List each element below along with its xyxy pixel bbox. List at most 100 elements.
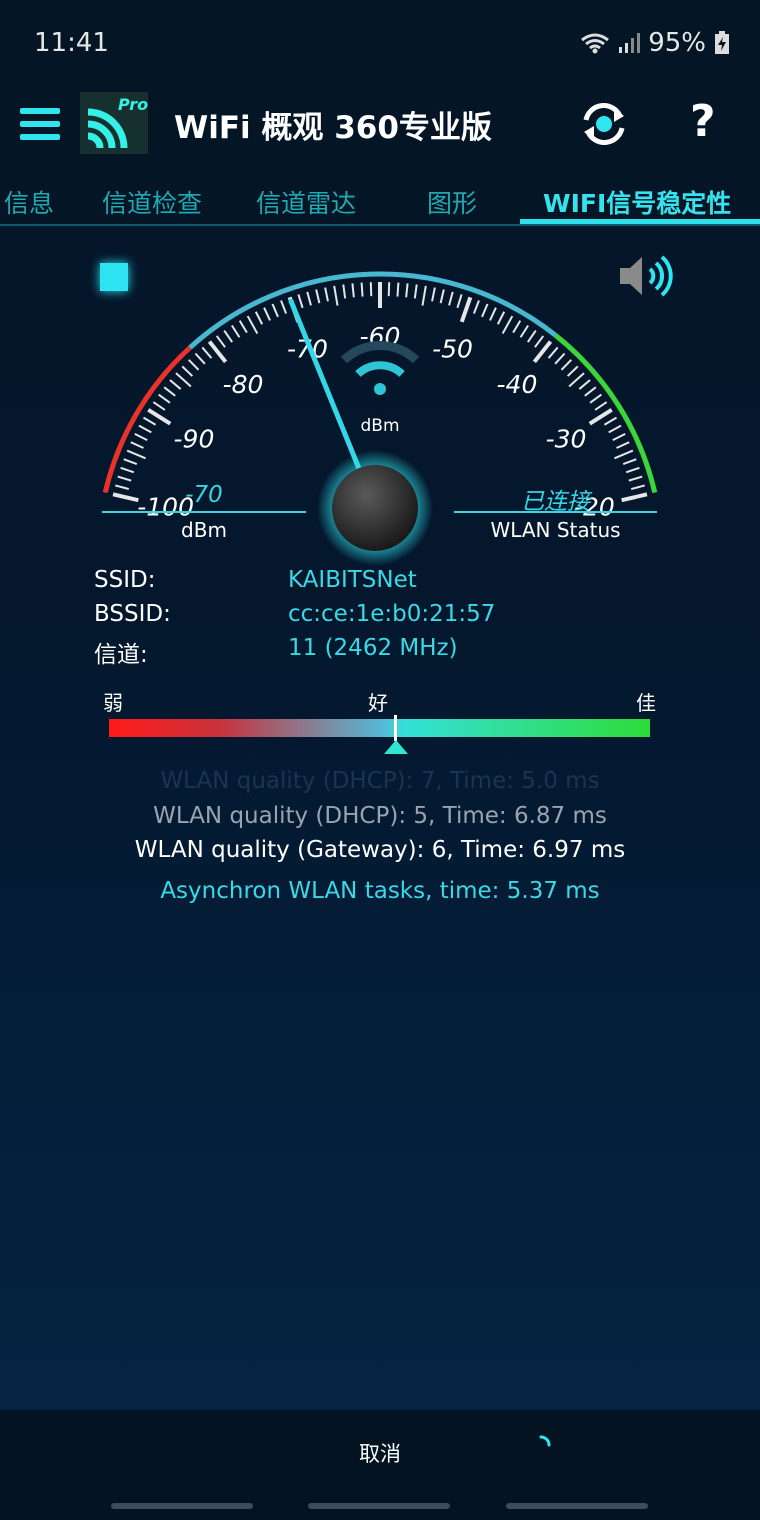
status-time: 11:41	[34, 28, 109, 58]
gauge-tick	[215, 335, 226, 348]
app-logo: Pro	[80, 92, 148, 154]
menu-icon[interactable]	[20, 108, 60, 140]
refresh-icon[interactable]	[578, 98, 630, 150]
ssid-value: KAIBITSNet	[288, 567, 417, 593]
gauge-tick	[456, 294, 463, 309]
wifi-center-icon	[340, 341, 420, 395]
signal-icon	[619, 33, 641, 53]
gauge-tick	[223, 330, 233, 343]
gauge-tick	[246, 315, 259, 335]
speaker-icon[interactable]	[616, 252, 676, 300]
wifi-status-icon	[581, 33, 610, 54]
quality-weak-label: 弱	[103, 691, 123, 715]
gauge-tick	[554, 352, 566, 365]
tab-info[interactable]: 信息	[4, 184, 54, 220]
gauge-tick-label: -80	[223, 370, 264, 399]
battery-icon	[715, 31, 729, 54]
gauge-tick	[431, 287, 436, 302]
record-indicator[interactable]	[100, 263, 128, 291]
gauge-tick	[117, 475, 132, 482]
gauge-knob	[332, 465, 418, 551]
gauge-tick	[578, 379, 591, 390]
gauge-tick	[138, 424, 152, 434]
quality-marker	[394, 715, 397, 741]
log-line-faded: WLAN quality (DHCP): 7, Time: 5.0 ms	[160, 768, 600, 794]
gauge-tick	[566, 365, 579, 377]
log-line-dhcp: WLAN quality (DHCP): 5, Time: 6.87 ms	[153, 803, 607, 829]
signal-unit-label: dBm	[181, 518, 227, 542]
gauge-tick-label: -50	[432, 334, 473, 363]
log-line-gateway: WLAN quality (Gateway): 6, Time: 6.97 ms	[134, 837, 626, 863]
wlan-status-label: WLAN Status	[490, 518, 621, 542]
gauge-tick	[608, 424, 622, 434]
tab-wifi-stability[interactable]: WIFI信号稳定性	[543, 184, 731, 220]
gauge-tick	[342, 284, 347, 299]
gauge-tick	[351, 283, 355, 298]
gauge-unit-label: dBm	[360, 416, 399, 436]
gauge-tick	[622, 458, 637, 466]
gauge-tick	[142, 416, 157, 426]
gauge-tick	[324, 287, 329, 302]
gauge-tick	[280, 300, 288, 314]
gauge-tick	[594, 401, 608, 411]
gauge-tick-label: -40	[497, 370, 538, 399]
gauge-tick	[194, 352, 206, 365]
gauge-tick	[568, 372, 585, 388]
nav-pill-left[interactable]	[111, 1503, 253, 1509]
gauge-tick	[231, 324, 241, 338]
quality-bar	[109, 719, 650, 737]
gauge-tick-label: -30	[546, 425, 587, 454]
gauge-tick	[413, 284, 418, 299]
loading-spinner-icon	[539, 1435, 551, 1447]
gauge-tick	[238, 320, 248, 334]
quality-pointer	[384, 740, 408, 754]
gauge-tick	[134, 432, 148, 441]
gauge-tick	[396, 282, 400, 297]
channel-label: 信道:	[94, 642, 148, 668]
bssid-label: BSSID:	[94, 601, 171, 627]
left-readout-line	[102, 511, 306, 513]
gauge-tick	[527, 330, 537, 343]
tab-graph[interactable]: 图形	[427, 184, 477, 220]
nav-pill-center[interactable]	[308, 1503, 450, 1509]
gauge-tick	[584, 386, 597, 397]
tab-channel-radar[interactable]: 信道雷达	[256, 184, 356, 220]
gauge-tick	[512, 320, 522, 334]
battery-percent: 95%	[648, 28, 706, 58]
help-icon[interactable]: ?	[690, 96, 716, 147]
gauge-tick	[123, 458, 138, 466]
logo-badge: Pro	[118, 95, 148, 114]
ssid-label: SSID:	[94, 567, 156, 593]
gauge-tick	[315, 289, 321, 304]
gauge-tick	[297, 294, 304, 309]
gauge-tick	[472, 300, 480, 314]
gauge-tick	[614, 449, 634, 460]
tab-channel-check[interactable]: 信道检查	[102, 184, 202, 220]
gauge-tick	[126, 449, 146, 460]
gauge-tick	[360, 282, 364, 297]
gauge-tick	[201, 346, 213, 359]
cancel-button[interactable]: 取消	[330, 1438, 430, 1478]
gauge-tick	[496, 311, 506, 325]
signal-value-readout: -70	[185, 482, 223, 508]
gauge-tick	[439, 289, 445, 304]
gauge-tick	[589, 393, 602, 404]
gauge-tick	[501, 315, 514, 335]
right-readout-line	[454, 511, 657, 513]
gauge-tick	[547, 346, 559, 359]
gauge-tick	[628, 475, 643, 482]
gauge-tick	[481, 303, 489, 318]
channel-value: 11 (2462 MHz)	[288, 635, 458, 661]
gauge-tick	[333, 285, 339, 306]
gauge-tick	[254, 311, 264, 325]
app-title: WiFi 概观 360专业版	[174, 110, 492, 146]
gauge-tick	[169, 379, 182, 390]
gauge-tick	[560, 359, 572, 371]
gauge-tick	[405, 283, 409, 298]
gauge-tick	[519, 324, 529, 338]
gauge-tick	[271, 303, 279, 318]
gauge-tick	[603, 416, 618, 426]
gauge-tick	[625, 466, 640, 474]
nav-pill-right[interactable]	[506, 1503, 648, 1509]
quality-best-label: 佳	[636, 691, 656, 715]
